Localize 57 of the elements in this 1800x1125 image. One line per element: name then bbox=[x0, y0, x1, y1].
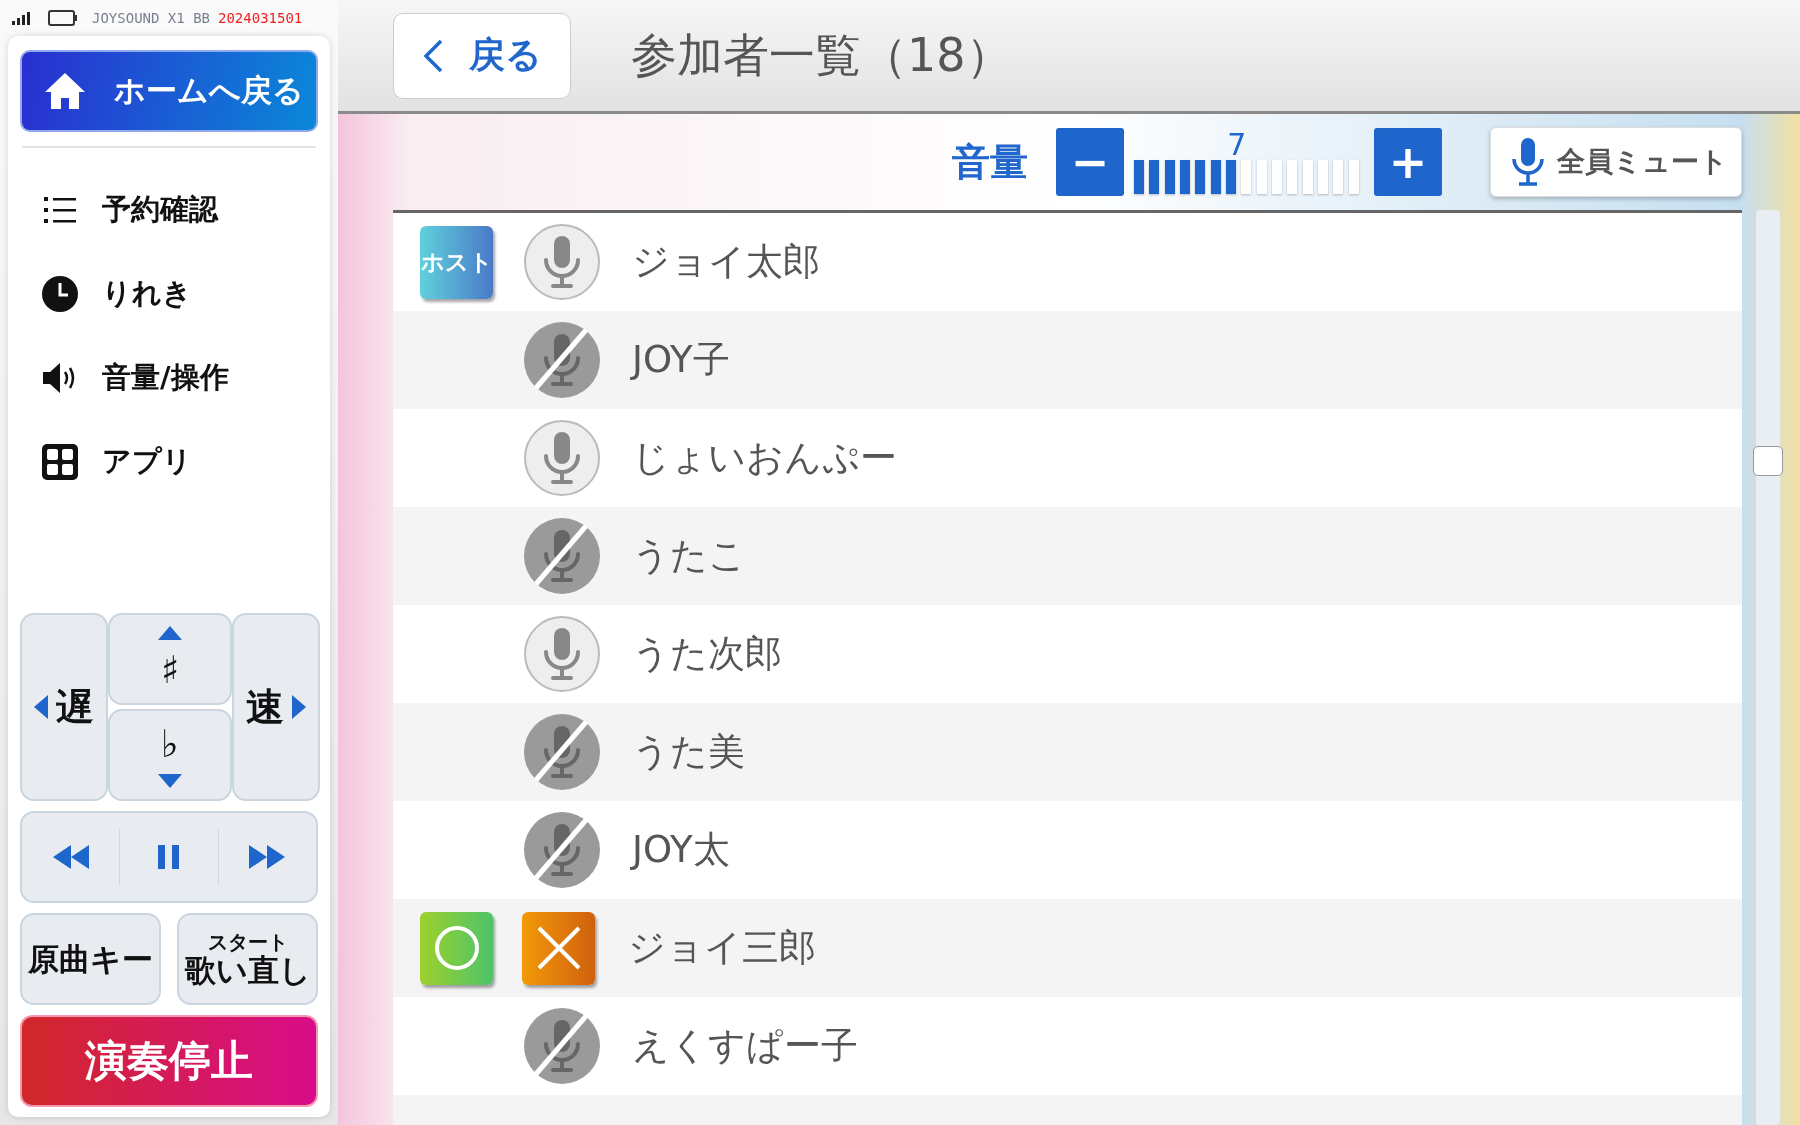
volume-reading: 7 bbox=[1227, 130, 1247, 160]
fast-forward-icon bbox=[249, 845, 286, 869]
volume-down-button[interactable]: − bbox=[1056, 128, 1124, 196]
faster-button[interactable]: 速 bbox=[232, 613, 320, 801]
mic-button[interactable] bbox=[522, 614, 602, 694]
left-triangle-icon bbox=[34, 695, 48, 719]
slower-button[interactable]: 遅 bbox=[20, 613, 108, 801]
muted-mic-button[interactable] bbox=[522, 810, 602, 890]
mic-icon bbox=[1511, 137, 1545, 187]
scrollbar-track[interactable] bbox=[1756, 210, 1780, 1125]
down-triangle-icon bbox=[158, 774, 182, 788]
muted-mic-button[interactable] bbox=[522, 1006, 602, 1086]
volume-label: 音量 bbox=[952, 138, 1028, 186]
grid-icon bbox=[40, 442, 80, 482]
chevron-left-icon bbox=[422, 38, 443, 73]
participant-name: うた美 bbox=[632, 729, 745, 775]
cross-icon bbox=[535, 925, 582, 971]
participant-name: うた次郎 bbox=[632, 631, 782, 677]
home-icon bbox=[44, 72, 86, 110]
key-up-button[interactable]: ♯ bbox=[108, 613, 232, 705]
participant-name: えくすぱー子 bbox=[632, 1023, 858, 1069]
participant-name: JOY子 bbox=[632, 337, 730, 383]
stop-button[interactable]: 演奏停止 bbox=[20, 1015, 318, 1107]
up-triangle-icon bbox=[158, 626, 182, 640]
rewind-icon bbox=[52, 845, 89, 869]
muted-mic-button[interactable] bbox=[522, 320, 602, 400]
host-badge: ホスト bbox=[420, 225, 493, 299]
volume-up-button[interactable]: + bbox=[1374, 128, 1442, 196]
pause-icon bbox=[158, 845, 180, 869]
right-triangle-icon bbox=[292, 695, 306, 719]
device-name: JOYSOUND X1 BB bbox=[92, 10, 210, 26]
restart-button[interactable]: スタート 歌い直し bbox=[177, 913, 318, 1005]
muted-mic-button[interactable] bbox=[522, 516, 602, 596]
participant-name: JOY太 bbox=[632, 827, 730, 873]
key-down-button[interactable]: ♭ bbox=[108, 709, 232, 801]
mic-button[interactable] bbox=[522, 418, 602, 498]
menu-item[interactable]: アプリ bbox=[20, 420, 318, 504]
circle-icon bbox=[432, 924, 481, 972]
menu-item[interactable]: 予約確認 bbox=[20, 168, 318, 252]
original-key-button[interactable]: 原曲キー bbox=[20, 913, 161, 1005]
participant-name: ジョイ太郎 bbox=[632, 239, 820, 285]
home-button[interactable]: ホームへ戻る bbox=[20, 50, 318, 132]
reject-button[interactable] bbox=[522, 911, 595, 985]
battery-icon bbox=[48, 10, 78, 26]
menu-item[interactable]: 音量/操作 bbox=[20, 336, 318, 420]
back-button[interactable]: 戻る bbox=[393, 12, 571, 99]
clock-icon bbox=[40, 274, 80, 314]
participant-name: じょいおんぷー bbox=[632, 435, 897, 481]
scrollbar-thumb[interactable] bbox=[1753, 446, 1783, 476]
muted-mic-button[interactable] bbox=[522, 712, 602, 792]
serial-number: 2024031501 bbox=[218, 10, 303, 26]
mic-button[interactable] bbox=[522, 222, 602, 302]
participant-name: うたこ bbox=[632, 533, 746, 579]
mute-all-button[interactable]: 全員ミュート bbox=[1490, 127, 1742, 197]
participant-name: ジョイ三郎 bbox=[628, 925, 816, 971]
page-title: 参加者一覧（18） bbox=[631, 26, 1012, 84]
menu-item[interactable]: りれき bbox=[20, 252, 318, 336]
